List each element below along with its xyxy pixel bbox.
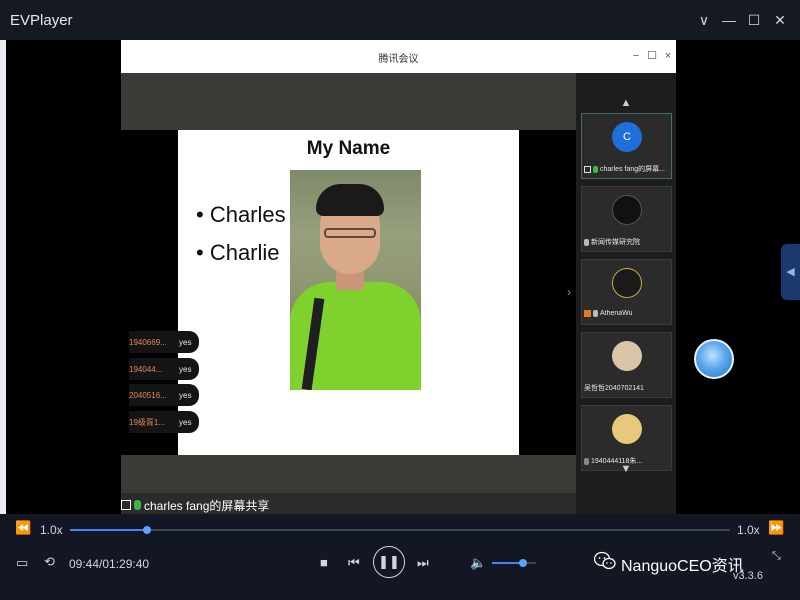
chat-sender: 194044... — [129, 364, 163, 374]
stage-bottom-band — [121, 455, 576, 493]
participant-card: AthenaWu — [581, 259, 672, 325]
photo-hair — [316, 184, 384, 216]
speed-right[interactable]: 1.0x — [737, 523, 760, 537]
participant-panel: ▲ C charles fang的屏幕... 新闻传媒研究院 AthenaWu — [576, 73, 676, 514]
meeting-titlebar: 腾讯会议 − ☐ × — [121, 40, 676, 73]
app-title: EVPlayer — [10, 12, 73, 29]
volume-handle[interactable] — [518, 559, 527, 567]
avatar — [612, 268, 642, 298]
meeting-minimize-button: − — [632, 50, 640, 62]
screen-share-text: charles fang的屏幕共享 — [144, 498, 270, 513]
participant-name: 新闻传媒研究院 — [591, 239, 640, 246]
scroll-up-icon: ▲ — [620, 97, 632, 109]
participant-card: 新闻传媒研究院 — [581, 186, 672, 252]
watermark-text: NanguoCEO资讯 — [621, 558, 744, 575]
avatar — [612, 414, 642, 444]
portrait-photo — [290, 170, 421, 390]
floating-ball-icon[interactable] — [694, 339, 734, 379]
participant-card: C charles fang的屏幕... — [581, 113, 672, 179]
seek-bar[interactable] — [70, 526, 730, 534]
participant-card: 1940444118朱... — [581, 405, 672, 471]
avatar — [612, 195, 642, 225]
playback-time: 09:44/01:29:40 — [69, 557, 150, 571]
chat-sender: 2040516... — [129, 390, 167, 400]
maximize-button[interactable]: ☐ — [744, 10, 764, 30]
screen-share-label: charles fang的屏幕共享 — [121, 497, 351, 513]
desktop-edge — [0, 40, 6, 514]
chat-message: 194044... yes — [129, 358, 199, 380]
chat-text: yes — [179, 364, 192, 374]
wechat-icon — [594, 551, 616, 570]
chat-message: 1940669... yes — [129, 331, 199, 353]
chat-message: 19级胥1... yes — [129, 411, 199, 433]
collapse-button[interactable]: ∨ — [694, 10, 714, 30]
scroll-down-icon: ▼ — [620, 463, 632, 475]
speed-left[interactable]: 1.0x — [40, 523, 63, 537]
volume-icon[interactable]: 🔈 — [470, 555, 486, 571]
chevron-right-icon: › — [567, 285, 571, 299]
photo-glasses — [324, 228, 376, 238]
stop-icon[interactable]: ■ — [320, 555, 328, 570]
participant-label: AthenaWu — [584, 310, 672, 317]
slide-title: My Name — [306, 138, 391, 159]
player-titlebar: EVPlayer ∨ — ☐ ✕ — [0, 0, 800, 40]
participant-label: 新闻传媒研究院 — [584, 237, 672, 247]
chat-text: yes — [179, 390, 192, 400]
meeting-maximize-button: ☐ — [647, 50, 657, 62]
stage-top-band — [121, 73, 576, 130]
screen-share-icon — [121, 500, 131, 510]
participant-name: AthenaWu — [600, 310, 633, 317]
chat-sender: 1940669... — [129, 337, 167, 347]
presentation-slide: My Name • Charles • Charlie — [178, 130, 519, 455]
meeting-window: 腾讯会议 − ☐ × My Name • Charles • Charlie 1… — [121, 40, 676, 514]
minimize-button[interactable]: — — [719, 10, 739, 30]
previous-icon[interactable]: ⏮ — [348, 555, 360, 571]
side-panel-toggle[interactable]: ◀ — [781, 244, 800, 300]
pause-button[interactable]: ❚❚ — [373, 546, 405, 578]
player-controls: ⏪ 1.0x 1.0x ⏩ ▭ ⟲ 09:44/01:29:40 ■ ⏮ ❚❚ … — [0, 514, 800, 600]
microphone-off-icon — [593, 310, 598, 317]
folder-icon[interactable]: ▭ — [16, 555, 28, 571]
participant-card: 吴哲哲2040702141 — [581, 332, 672, 398]
next-icon[interactable]: ⏭ — [417, 555, 429, 571]
microphone-off-icon — [584, 238, 589, 246]
rewind-icon[interactable]: ⏪ — [15, 520, 31, 536]
user-icon — [584, 310, 591, 317]
screen-share-icon — [584, 165, 591, 173]
loop-icon[interactable]: ⟲ — [44, 554, 55, 570]
microphone-icon — [593, 165, 598, 173]
chat-text: yes — [179, 417, 192, 427]
volume-slider[interactable] — [492, 559, 536, 567]
chat-text: yes — [179, 337, 192, 347]
meeting-title: 腾讯会议 — [378, 54, 419, 65]
version-label: v3.3.6 — [733, 570, 763, 582]
seek-bar-fill — [70, 529, 148, 531]
avatar: C — [612, 122, 642, 152]
participant-name: charles fang的屏幕... — [600, 166, 665, 173]
chat-message: 2040516... yes — [129, 384, 199, 406]
participant-name: 吴哲哲2040702141 — [584, 385, 644, 392]
seek-handle[interactable] — [143, 526, 152, 534]
slide-bullet: • Charlie — [196, 240, 280, 265]
chat-sender: 19级胥1... — [129, 417, 166, 427]
microphone-icon — [134, 500, 141, 510]
fast-forward-icon[interactable]: ⏩ — [768, 520, 784, 536]
participant-label: charles fang的屏幕... — [584, 164, 672, 174]
avatar — [612, 341, 642, 371]
participant-label: 吴哲哲2040702141 — [584, 383, 672, 393]
fullscreen-icon[interactable]: ⤡ — [772, 550, 781, 563]
meeting-close-button: × — [664, 50, 672, 62]
slide-bullet: • Charles — [196, 202, 286, 227]
close-button[interactable]: ✕ — [770, 10, 790, 30]
